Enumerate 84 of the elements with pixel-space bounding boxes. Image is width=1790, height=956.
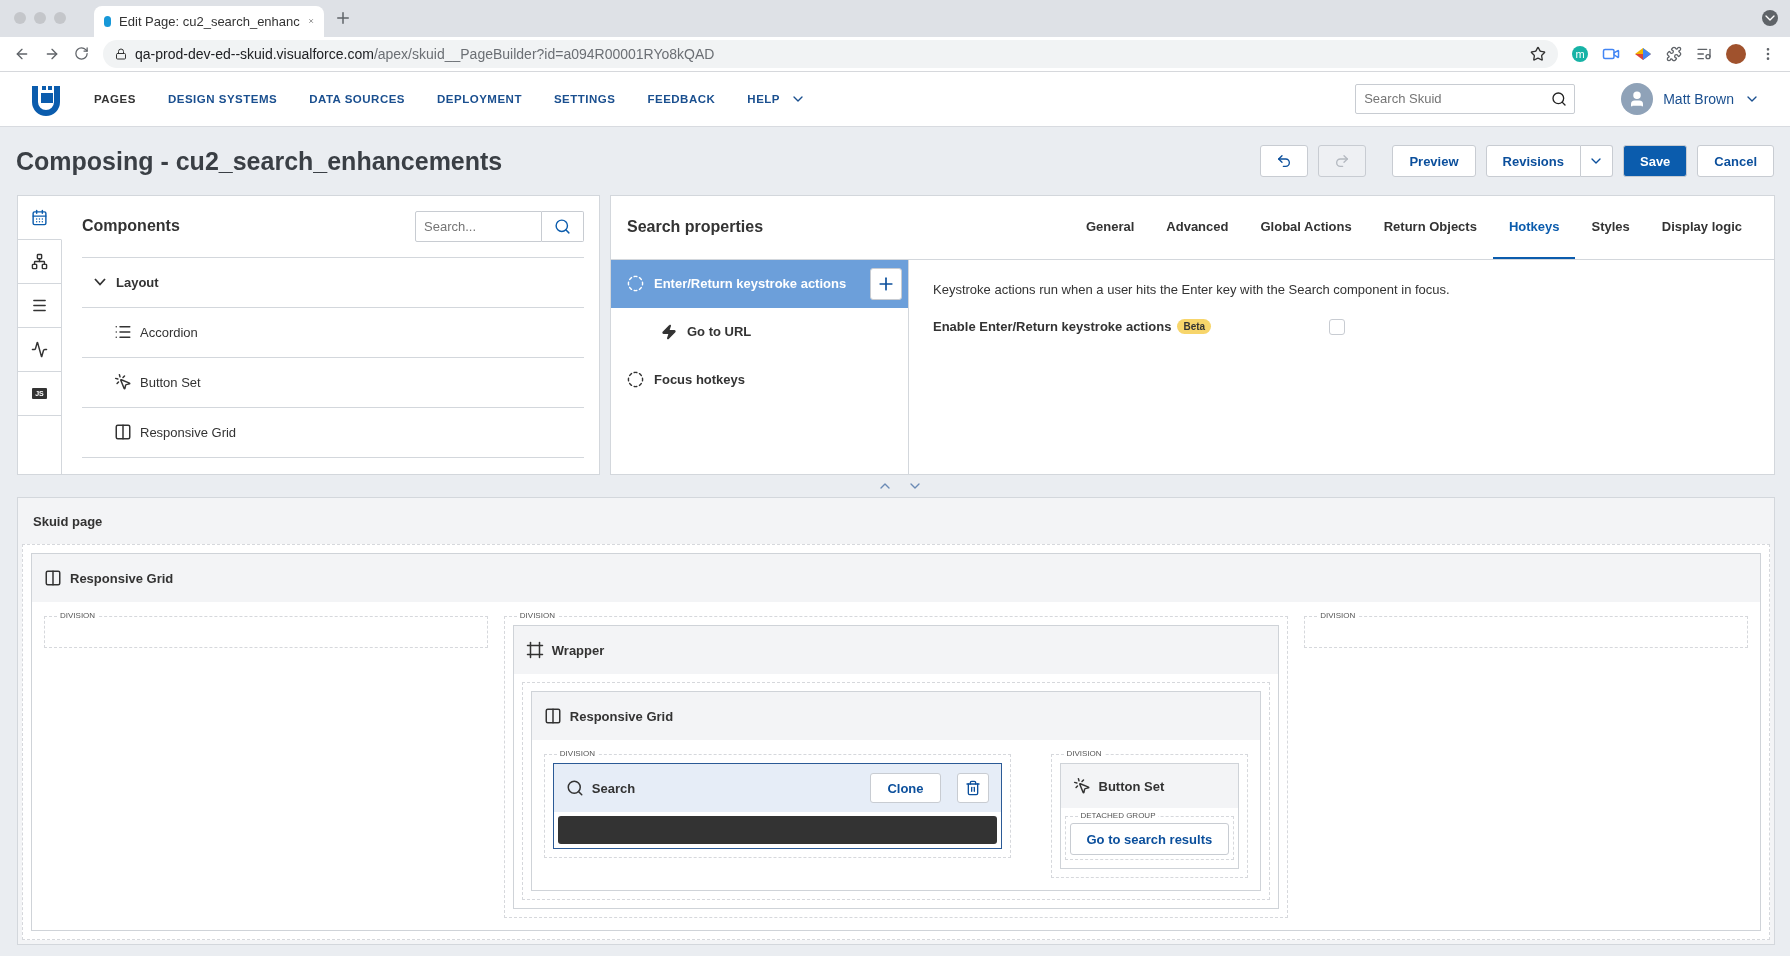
lock-icon (115, 47, 127, 60)
search-icon (554, 217, 571, 235)
component-name: Button Set (140, 374, 201, 390)
panel-title: Search properties (627, 218, 765, 237)
tree-label: Enter/Return keystroke actions (654, 276, 848, 292)
toolbar-button[interactable]: Cancel (1697, 145, 1774, 178)
search-button[interactable] (542, 210, 584, 242)
clone-button[interactable]: Clone (870, 773, 941, 803)
component-name: Accordion (140, 324, 198, 340)
search-field[interactable]: Search Skuid (1355, 83, 1576, 114)
properties-tab[interactable]: Display logic (1645, 195, 1758, 259)
panel-title: Components (82, 217, 181, 236)
component-item[interactable]: Responsive Grid (82, 407, 584, 458)
component-search-field[interactable]: Search... (415, 210, 542, 242)
nav-link[interactable]: PAGES (94, 92, 136, 105)
division-label: DIVISION (556, 749, 598, 759)
nav-link[interactable]: DESIGN SYSTEMS (167, 92, 278, 105)
grid-icon (114, 423, 132, 442)
tree-icon (31, 252, 48, 270)
browser-tab[interactable]: Edit Page: cu2_search_enhanc (94, 5, 324, 37)
tab-title: Edit Page: cu2_search_enhanc (119, 13, 300, 29)
redo-icon (1334, 153, 1351, 170)
grid-icon (543, 707, 562, 725)
description-text: Keystroke actions run when a user hits the Enter key with the Search component in focus. (933, 281, 1451, 297)
lightning-icon (661, 323, 677, 340)
user-menu[interactable]: Matt Brown (1621, 82, 1760, 115)
component-item[interactable]: Button Set (82, 357, 584, 408)
division-label: DIVISION (57, 611, 99, 621)
url-text: qa-prod-dev-ed--skuid.visualforce.com/apex/skuid__PageBuilder?id=a094R00001RYo8kQAD (135, 45, 715, 62)
checkbox[interactable] (1329, 318, 1346, 335)
tab-menu-icon[interactable] (1762, 10, 1778, 27)
trash-icon (964, 780, 981, 796)
component-title: Responsive Grid (70, 570, 175, 586)
chevron-icon (94, 278, 106, 287)
toolbar-button[interactable]: Preview (1392, 145, 1476, 178)
properties-tab[interactable]: Global Actions (1244, 195, 1368, 259)
canvas-title: Skuid page (33, 513, 103, 529)
search-icon[interactable] (1551, 90, 1568, 107)
puzzle-icon[interactable] (1666, 45, 1682, 62)
save-button[interactable]: Save (1623, 145, 1688, 178)
nav-link[interactable]: DATA SOURCES (309, 92, 406, 105)
action-button[interactable]: Go to search results (1069, 823, 1230, 855)
add-button[interactable] (870, 267, 902, 300)
properties-tab[interactable]: General (1069, 195, 1151, 259)
properties-tab[interactable]: Return Objects (1367, 195, 1493, 259)
nav-link[interactable]: SETTINGS (553, 92, 616, 105)
component-title: Search (591, 780, 637, 796)
component-name: Responsive Grid (140, 424, 237, 440)
component-title: Button Set (1098, 778, 1166, 794)
properties-tab[interactable]: Advanced (1150, 195, 1245, 259)
nav-link[interactable]: HELP (747, 90, 806, 107)
beta-badge: Beta (1177, 319, 1212, 335)
bookmark-star-icon[interactable] (1530, 45, 1546, 62)
diamond-icon[interactable] (1634, 46, 1652, 61)
user-name: Matt Brown (1663, 90, 1734, 107)
reload-icon[interactable] (74, 46, 89, 62)
properties-tab[interactable]: Hotkeys (1492, 195, 1576, 259)
undo-icon (1276, 153, 1293, 170)
pointer-icon (1072, 777, 1091, 795)
address-bar[interactable]: qa-prod-dev-ed--skuid.visualforce.com/apex/skuid__PageBuilder?id=a094R00001RYo8kQAD (103, 39, 1558, 68)
dashed-circle-icon (627, 275, 644, 293)
group-label: DETACHED GROUP (1077, 811, 1159, 821)
component-title: Wrapper (551, 642, 606, 658)
properties-tab[interactable]: Styles (1575, 195, 1646, 259)
option-label: Enable Enter/Return keystroke actions (933, 319, 1172, 335)
tree-label: Go to URL (687, 324, 753, 340)
search-icon (565, 779, 584, 797)
division-label: DIVISION (1317, 611, 1359, 621)
tree-label: Focus hotkeys (654, 372, 747, 388)
grid-icon (44, 569, 62, 587)
page-title: Composing - cu2_search_enhancements (16, 146, 504, 176)
revisions-button[interactable]: Revisions (1485, 145, 1581, 178)
component-item[interactable]: Accordion (82, 307, 584, 358)
nav-link[interactable]: DEPLOYMENT (437, 92, 522, 105)
avatar-icon (1621, 82, 1654, 115)
nav-link[interactable]: FEEDBACK (647, 92, 716, 105)
frame-icon (525, 641, 544, 659)
component-title: Responsive Grid (569, 708, 675, 724)
dashed-circle-icon (627, 371, 644, 389)
delete-button[interactable] (956, 773, 989, 803)
undo-button[interactable] (1260, 145, 1309, 178)
profile-avatar[interactable] (1726, 43, 1746, 64)
division-label: DIVISION (516, 611, 558, 621)
division-label: DIVISION (1063, 749, 1105, 759)
